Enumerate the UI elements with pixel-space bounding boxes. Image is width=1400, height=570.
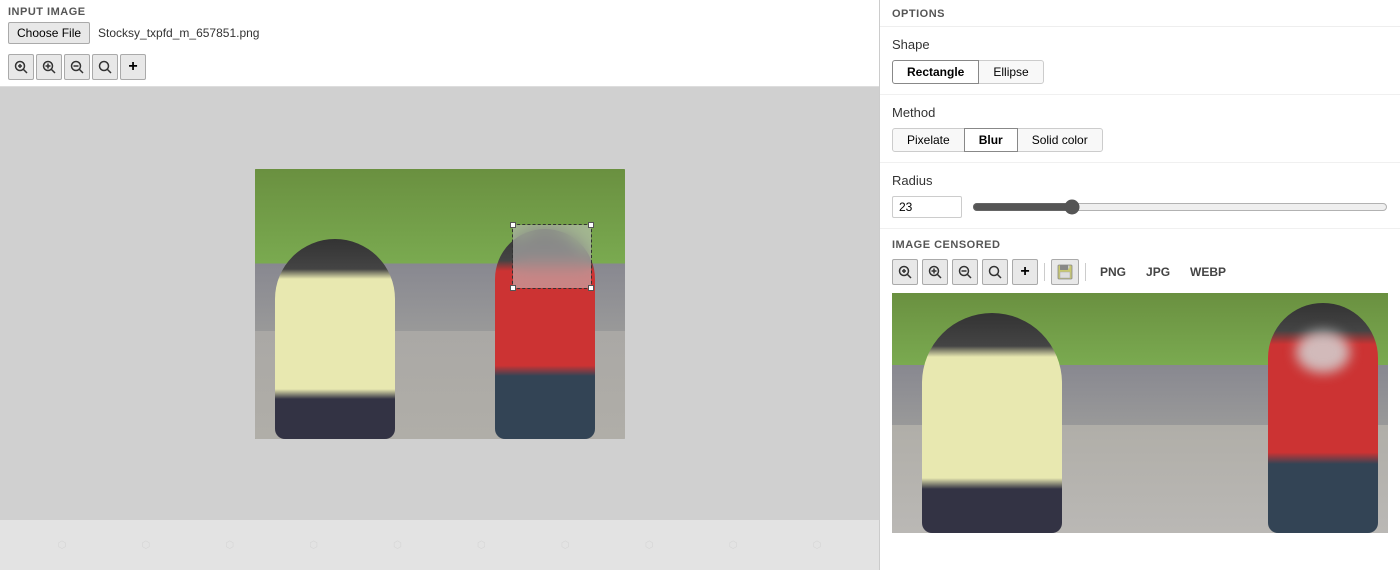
radius-input[interactable] xyxy=(892,196,962,218)
watermark-strip: ⬡⬡⬡⬡⬡ ⬡⬡⬡⬡⬡ xyxy=(0,520,879,570)
shape-label: Shape xyxy=(892,37,1388,52)
censored-section: IMAGE CENSORED xyxy=(880,229,1400,570)
blur-preview-overlay xyxy=(513,225,591,288)
handle-top-right[interactable] xyxy=(588,222,594,228)
zoom-reset-button[interactable] xyxy=(92,54,118,80)
export-webp-button[interactable]: WEBP xyxy=(1182,261,1234,283)
left-panel: INPUT IMAGE Choose File Stocksy_txpfd_m_… xyxy=(0,0,880,570)
toolbar-separator-2 xyxy=(1085,263,1086,281)
export-png-button[interactable]: PNG xyxy=(1092,261,1134,283)
image-composite xyxy=(255,169,625,439)
preview-photo xyxy=(892,293,1388,533)
preview-background xyxy=(892,293,1388,533)
zoom-fit-button[interactable] xyxy=(8,54,34,80)
input-header: INPUT IMAGE Choose File Stocksy_txpfd_m_… xyxy=(0,0,879,50)
method-blur-button[interactable]: Blur xyxy=(964,128,1018,152)
zoom-toolbar: + xyxy=(0,50,879,87)
method-solid-color-button[interactable]: Solid color xyxy=(1017,128,1103,152)
radius-label: Radius xyxy=(892,173,1388,188)
shape-rectangle-button[interactable]: Rectangle xyxy=(892,60,979,84)
method-label: Method xyxy=(892,105,1388,120)
right-panel: OPTIONS Shape Rectangle Ellipse Method P… xyxy=(880,0,1400,570)
choose-file-button[interactable]: Choose File xyxy=(8,22,90,44)
zoom-in-button[interactable] xyxy=(36,54,62,80)
censored-zoom-fit-button[interactable] xyxy=(892,259,918,285)
woman-yellow-figure xyxy=(275,239,395,439)
main-photo xyxy=(255,169,625,439)
toolbar-separator xyxy=(1044,263,1045,281)
add-region-button[interactable]: + xyxy=(120,54,146,80)
censored-zoom-out-button[interactable] xyxy=(952,259,978,285)
handle-bottom-right[interactable] xyxy=(588,285,594,291)
save-button[interactable] xyxy=(1051,259,1079,285)
censored-zoom-in-button[interactable] xyxy=(922,259,948,285)
method-button-group: Pixelate Blur Solid color xyxy=(892,128,1388,152)
shape-button-group: Rectangle Ellipse xyxy=(892,60,1388,84)
censored-preview-canvas xyxy=(892,293,1388,533)
selection-region[interactable] xyxy=(512,224,592,289)
censored-zoom-reset-button[interactable] xyxy=(982,259,1008,285)
input-canvas[interactable] xyxy=(0,87,879,520)
photo-background xyxy=(255,169,625,439)
input-section-label: INPUT IMAGE xyxy=(8,6,871,18)
radius-slider[interactable] xyxy=(972,199,1388,215)
preview-blurred-face xyxy=(1296,331,1350,373)
radius-section: Radius xyxy=(880,163,1400,229)
censored-toolbar: + PNG JPG WEBP xyxy=(892,259,1388,285)
method-pixelate-button[interactable]: Pixelate xyxy=(892,128,965,152)
censored-add-region-button[interactable]: + xyxy=(1012,259,1038,285)
zoom-out-button[interactable] xyxy=(64,54,90,80)
export-jpg-button[interactable]: JPG xyxy=(1138,261,1178,283)
file-name-display: Stocksy_txpfd_m_657851.png xyxy=(98,26,259,40)
options-header: OPTIONS xyxy=(880,0,1400,27)
radius-row xyxy=(892,196,1388,218)
handle-top-left[interactable] xyxy=(510,222,516,228)
shape-ellipse-button[interactable]: Ellipse xyxy=(978,60,1043,84)
preview-woman-red xyxy=(1268,303,1378,533)
shape-section: Shape Rectangle Ellipse xyxy=(880,27,1400,95)
method-section: Method Pixelate Blur Solid color xyxy=(880,95,1400,163)
file-row: Choose File Stocksy_txpfd_m_657851.png xyxy=(8,22,871,50)
censored-title: IMAGE CENSORED xyxy=(892,239,1388,251)
options-title: OPTIONS xyxy=(892,8,1388,20)
handle-bottom-left[interactable] xyxy=(510,285,516,291)
preview-woman-yellow xyxy=(922,313,1062,533)
